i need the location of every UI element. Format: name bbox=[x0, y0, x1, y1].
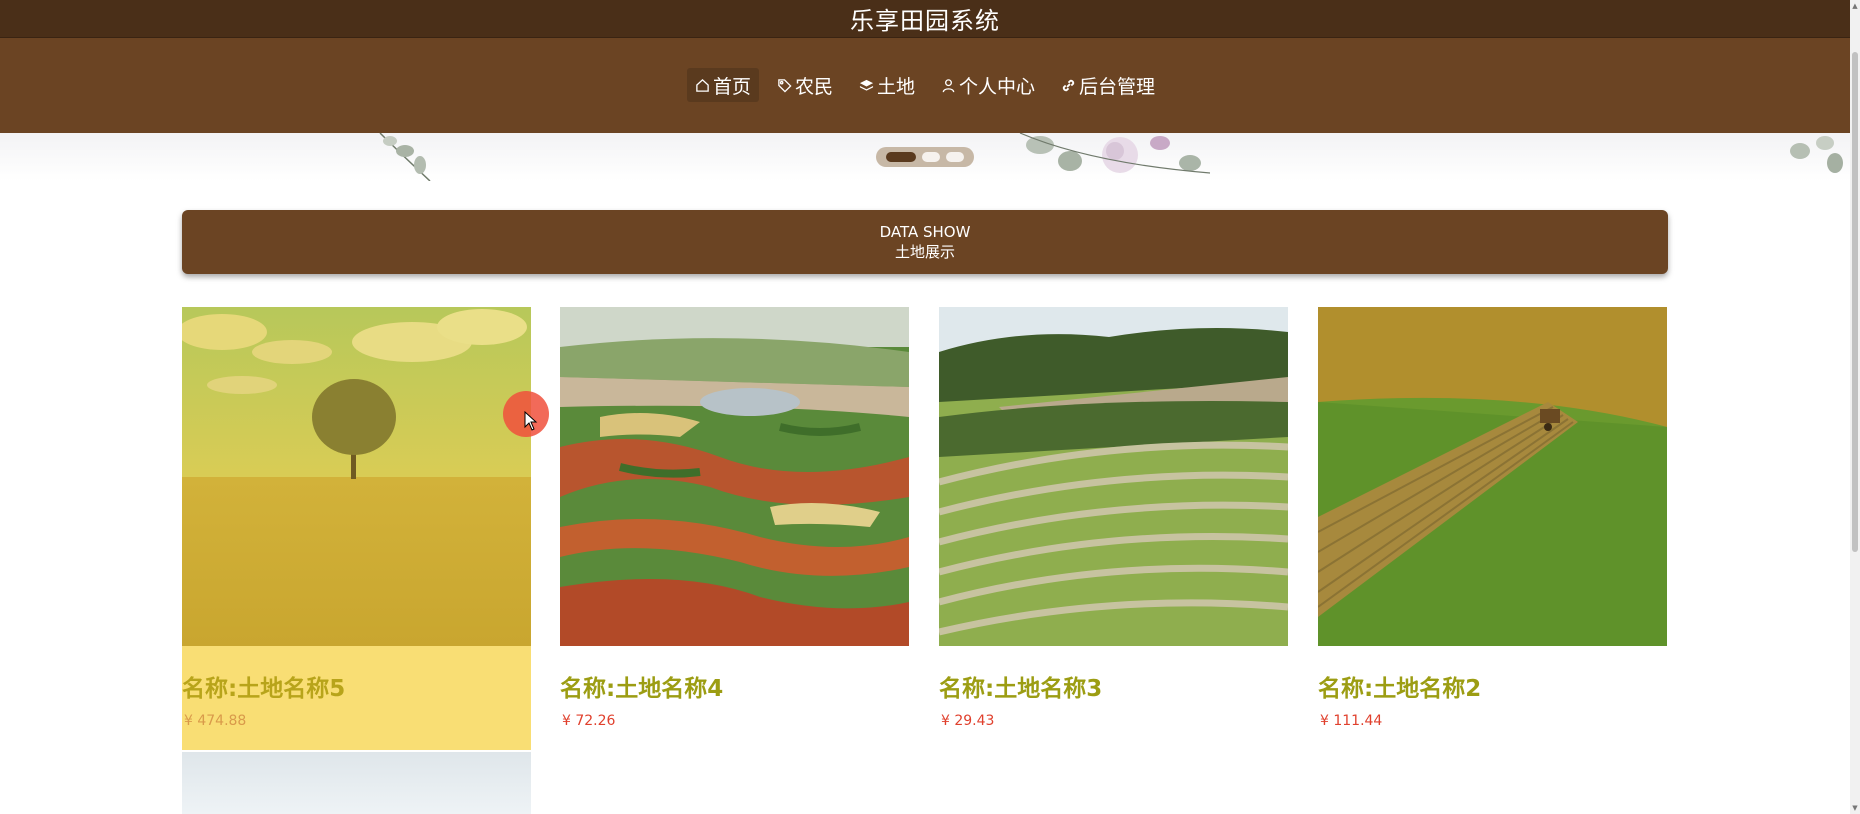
section-subtitle: DATA SHOW bbox=[879, 223, 971, 241]
title-bar: 乐享田园系统 bbox=[0, 0, 1850, 38]
land-card[interactable]: 名称:土地名称2 ¥ 111.44 bbox=[1318, 307, 1667, 750]
page-scrollbar[interactable]: ▲ ▼ bbox=[1850, 0, 1860, 814]
nav-item-profile[interactable]: 个人中心 bbox=[933, 68, 1043, 102]
scroll-down-arrow-icon[interactable]: ▼ bbox=[1851, 804, 1859, 812]
land-image[interactable] bbox=[939, 307, 1288, 646]
nav-item-farmer[interactable]: 农民 bbox=[769, 68, 841, 102]
nav-label-farmer: 农民 bbox=[794, 75, 833, 98]
nav-label-profile: 个人中心 bbox=[959, 75, 1036, 98]
section-title: 土地展示 bbox=[894, 243, 955, 261]
land-name: 名称:土地名称4 bbox=[560, 676, 724, 702]
nav-item-home[interactable]: 首页 bbox=[686, 68, 759, 102]
banner-carousel bbox=[0, 133, 1850, 181]
site-title: 乐享田园系统 bbox=[850, 7, 1000, 35]
land-price: ¥ 29.43 bbox=[941, 713, 995, 729]
land-price: ¥ 72.26 bbox=[562, 713, 616, 729]
land-card[interactable]: 名称:土地名称3 ¥ 29.43 bbox=[939, 307, 1288, 750]
nav-label-land: 土地 bbox=[876, 75, 915, 98]
scroll-thumb[interactable] bbox=[1852, 52, 1858, 552]
home-icon bbox=[696, 78, 709, 92]
link-icon bbox=[1062, 79, 1075, 91]
user-icon bbox=[942, 78, 955, 92]
cursor-arrow-icon bbox=[524, 411, 538, 431]
land-name: 名称:土地名称5 bbox=[182, 676, 346, 702]
layers-icon bbox=[859, 79, 874, 91]
section-header: DATA SHOW 土地展示 bbox=[182, 210, 1668, 274]
land-image[interactable] bbox=[1318, 307, 1667, 646]
site-header: 乐享田园系统 首页 农民 土地 个人中心 后台管理 bbox=[0, 0, 1850, 133]
land-card[interactable]: 名称:土地名称5 ¥ 474.88 bbox=[182, 307, 531, 750]
carousel-dot-1[interactable] bbox=[886, 152, 916, 162]
tag-icon bbox=[778, 78, 792, 93]
carousel-dot-2[interactable] bbox=[922, 152, 940, 162]
carousel-dot-3[interactable] bbox=[946, 152, 964, 162]
land-name: 名称:土地名称3 bbox=[939, 676, 1103, 702]
land-price: ¥ 474.88 bbox=[184, 713, 247, 729]
flower-decoration-center bbox=[1019, 133, 1211, 174]
flower-decoration-left bbox=[379, 133, 431, 181]
scroll-up-arrow-icon[interactable]: ▲ bbox=[1851, 2, 1859, 10]
carousel-indicators bbox=[876, 147, 974, 167]
land-card-next-row bbox=[182, 752, 531, 814]
nav-item-admin[interactable]: 后台管理 bbox=[1053, 68, 1163, 102]
land-image[interactable] bbox=[182, 307, 531, 646]
nav-label-home: 首页 bbox=[712, 75, 751, 98]
land-price: ¥ 111.44 bbox=[1320, 713, 1383, 729]
land-card[interactable]: 名称:土地名称4 ¥ 72.26 bbox=[560, 307, 909, 750]
nav-label-admin: 后台管理 bbox=[1079, 75, 1156, 98]
land-name: 名称:土地名称2 bbox=[1318, 676, 1482, 702]
main-nav: 首页 农民 土地 个人中心 后台管理 bbox=[0, 66, 1850, 104]
land-image[interactable] bbox=[560, 307, 909, 646]
nav-item-land[interactable]: 土地 bbox=[851, 68, 923, 102]
flower-decoration-right bbox=[1790, 136, 1843, 173]
